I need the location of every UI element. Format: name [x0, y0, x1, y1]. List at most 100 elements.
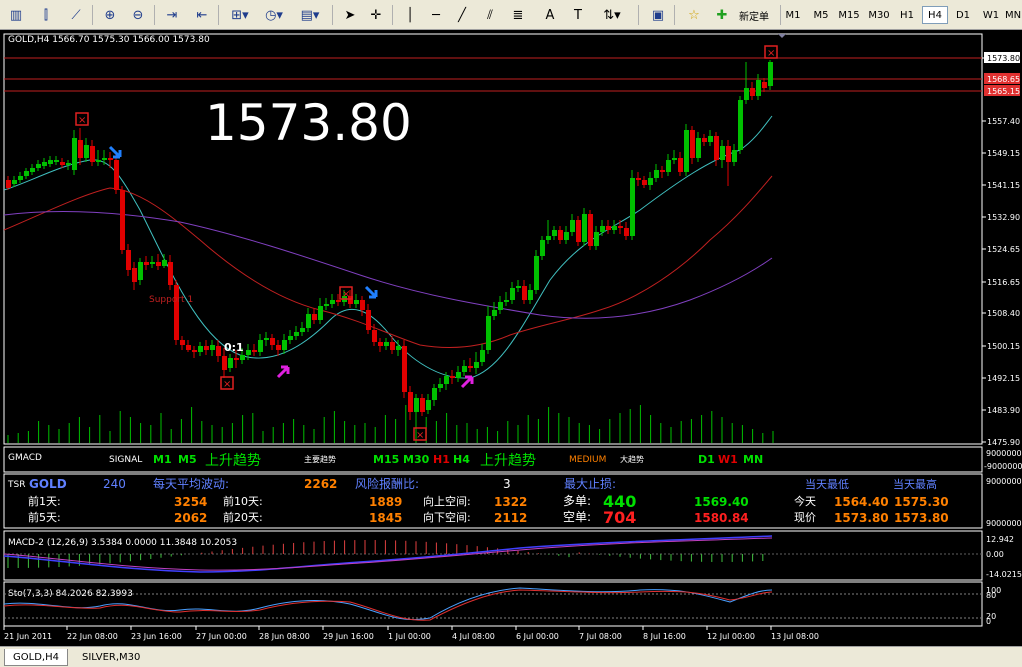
candle-body [594, 232, 599, 246]
candle-body [132, 268, 137, 282]
signal-box-glyph: × [416, 430, 424, 441]
vertical-line-icon[interactable]: │ [400, 4, 420, 26]
candle-body [294, 332, 299, 336]
indicators-icon[interactable]: ⊞▾ [226, 4, 254, 26]
timeframe-d1[interactable]: D1 [950, 6, 976, 24]
candle-body [660, 170, 665, 172]
candle-body [108, 158, 113, 160]
zoom-out-icon[interactable]: ⊖ [128, 4, 148, 26]
bar-chart-icon[interactable]: ▥ [6, 4, 26, 26]
candle-body [534, 256, 539, 290]
time-label: 1 Jul 00:00 [388, 632, 431, 641]
line-tag-label: 1568.65 [987, 75, 1020, 84]
candle-body [618, 226, 623, 228]
candle-body [186, 345, 191, 350]
navigator-icon[interactable]: ▣ [648, 4, 668, 26]
timeframe-w1[interactable]: W1 [978, 6, 1004, 24]
candle-body [462, 366, 467, 372]
timeframe-m1[interactable]: M1 [780, 6, 806, 24]
candle-body [30, 168, 35, 172]
candle-body [84, 145, 89, 158]
candle-body [240, 355, 245, 360]
candle-body [18, 176, 23, 180]
candle-body [582, 214, 587, 242]
signal-arrow [276, 365, 290, 379]
candle-body [714, 136, 719, 160]
candle-body [576, 220, 581, 242]
chart-area[interactable]: × × × × × GOLD,H4 1566.70 1575.30 1566.00 15… [0, 30, 1022, 646]
templates-icon[interactable]: ▤▾ [296, 4, 324, 26]
time-axis: 21 Jun 2011 22 Jun 08:00 23 Jun 16:00 27 Ju… [3, 626, 819, 641]
candle-body [708, 136, 713, 142]
arrows-icon[interactable]: ⇅▾ [598, 4, 626, 26]
signal-box-glyph: × [342, 289, 350, 300]
candle-body [702, 138, 707, 142]
new-order-button[interactable]: 新定单 [734, 4, 774, 26]
candle-body [624, 228, 629, 236]
tab-silver-m30[interactable]: SILVER,M30 [74, 649, 148, 666]
candle-body [642, 180, 647, 185]
chart-header: GOLD,H4 1566.70 1575.30 1566.00 1573.80 [8, 35, 210, 45]
gmacd-axis-top: 9000000 [986, 449, 1022, 458]
tsr-down-space: 2112 [494, 511, 527, 525]
trendline-icon[interactable]: ╱ [452, 4, 472, 26]
candlestick-chart-icon[interactable]: ⫿ [36, 4, 56, 26]
fibonacci-icon[interactable]: ≣ [508, 4, 528, 26]
line-chart-icon[interactable]: ⟋ [66, 4, 86, 26]
candle-body [504, 300, 509, 302]
price-label: 1549.15 [987, 149, 1020, 158]
tab-gold-h4[interactable]: GOLD,H4 [4, 649, 68, 666]
timeframe-m30[interactable]: M30 [866, 6, 892, 24]
candle-body [354, 300, 359, 304]
horizontal-line-icon[interactable]: ─ [426, 4, 446, 26]
candle-body [492, 310, 497, 316]
timeframe-m5[interactable]: M5 [808, 6, 834, 24]
new-order-icon[interactable]: ✚ [712, 4, 732, 26]
periods-icon[interactable]: ◷▾ [260, 4, 288, 26]
candle-body [126, 250, 131, 270]
line-tag-label: 1565.15 [987, 87, 1020, 96]
candle-body [384, 342, 389, 346]
timeframe-mn[interactable]: MN [1005, 6, 1021, 24]
channel-icon[interactable]: ⫽ [480, 4, 500, 26]
time-label: 23 Jun 16:00 [131, 632, 182, 641]
candle-body [480, 350, 485, 362]
candle-body [654, 170, 659, 178]
text-icon[interactable]: A [540, 4, 560, 26]
tsr-today-low: 1564.40 [834, 495, 889, 509]
text-label-icon[interactable]: T [568, 4, 588, 26]
gmacd-tf-m30: M30 [403, 453, 430, 466]
price-label: 1500.15 [987, 342, 1020, 351]
expert-icon[interactable]: ☆ [682, 4, 706, 26]
candle-body [270, 338, 275, 345]
tsr-prev5-label: 前5天: [28, 510, 61, 524]
candle-body [12, 180, 17, 184]
candle-body [762, 82, 767, 88]
tsr-daily-vol-label: 每天平均波动: [153, 476, 229, 491]
chart-svg[interactable]: × × × × × GOLD,H4 1566.70 1575.30 1566.00 15… [0, 30, 1022, 646]
signal-marks: × × × × × [75, 34, 786, 441]
zoom-in-icon[interactable]: ⊕ [100, 4, 120, 26]
gmacd-medium-label: MEDIUM [569, 455, 606, 465]
candle-body [468, 366, 473, 368]
signal-arrow [108, 145, 122, 159]
timeframe-h1[interactable]: H1 [894, 6, 920, 24]
gmacd-tf-w1: W1 [718, 453, 738, 466]
gmacd-tf-h4: H4 [453, 453, 470, 466]
cursor-icon[interactable]: ➤ [340, 4, 360, 26]
stoch-axis-80: 80 [986, 591, 996, 600]
autoscroll-icon[interactable]: ⇥ [162, 4, 182, 26]
stoch-axis-0: 0 [986, 617, 991, 626]
tsr-down-space-label: 向下空间: [423, 510, 471, 524]
candle-body [216, 346, 221, 356]
chart-shift-icon[interactable]: ⇤ [192, 4, 212, 26]
candle-body [222, 356, 227, 370]
candle-body [366, 310, 371, 330]
crosshair-icon[interactable]: ✛ [366, 4, 386, 26]
tsr-risk-label: 风险报酬比: [355, 476, 419, 491]
timeframe-m15[interactable]: M15 [836, 6, 862, 24]
candle-body [438, 384, 443, 388]
timeframe-h4[interactable]: H4 [922, 6, 948, 24]
candle-body [330, 300, 335, 304]
candle-body [138, 262, 143, 280]
